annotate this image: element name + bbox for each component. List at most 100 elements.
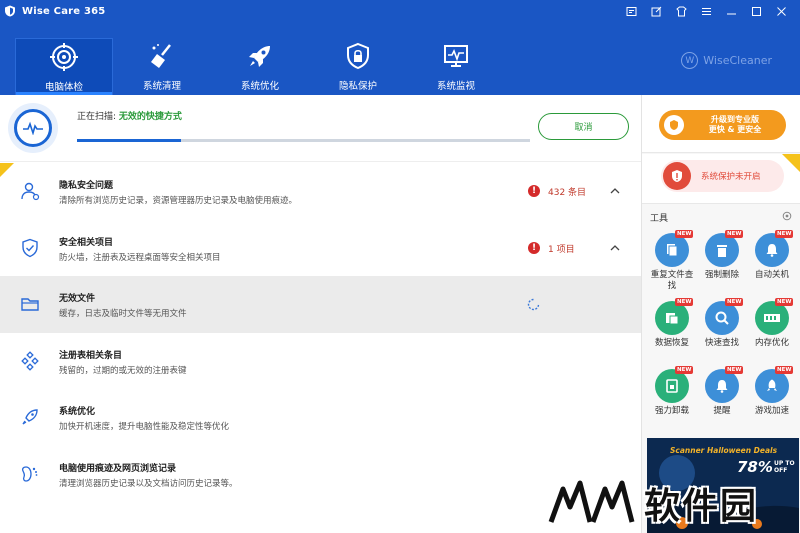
alert-icon: ! — [528, 185, 540, 197]
tool-label: 强制删除 — [704, 270, 739, 280]
tool-label: 快速查找 — [704, 338, 739, 348]
upgrade-button[interactable]: 升级到专业版 更快 & 更安全 — [659, 110, 786, 140]
user-icon — [21, 182, 40, 201]
tool-duplicate-finder[interactable]: NEW 重复文件查找 — [647, 229, 697, 291]
scan-item-registry[interactable]: 注册表相关条目 残留的，过期的或无效的注册表键 — [0, 333, 641, 390]
tool-force-uninstall[interactable]: NEW 强力卸载 — [647, 365, 697, 427]
scan-item-security[interactable]: 安全相关项目 防火墙，注册表及远程桌面等安全相关项目 ! 1 项目 — [0, 220, 641, 277]
memory-icon — [755, 301, 789, 335]
ad-title: Scanner Halloween Deals — [670, 446, 778, 455]
tab-system-optimize[interactable]: 系统优化 — [211, 38, 309, 95]
scan-item-privacy[interactable]: 隐私安全问题 清除所有浏览历史记录，资源管理器历史记录及电脑使用痕迹。 ! 43… — [0, 163, 641, 220]
uninstall-icon — [655, 369, 689, 403]
tools-header: 工具 — [650, 214, 669, 224]
brand-name: WiseCleaner — [703, 54, 772, 67]
scan-item-desc: 残留的，过期的或无效的注册表键 — [59, 365, 187, 376]
close-icon[interactable] — [769, 3, 794, 19]
scan-item-traces[interactable]: 电脑使用痕迹及网页浏览记录 清理浏览器历史记录以及文档访问历史记录等。 — [0, 446, 641, 503]
tool-label: 自动关机 — [754, 270, 789, 280]
registry-icon — [21, 350, 39, 371]
scan-progress-fill — [77, 139, 182, 142]
protection-section: 系统保护未开启 — [642, 154, 800, 204]
tool-memory-optimize[interactable]: NEW 内存优化 — [747, 297, 797, 359]
tab-label: 电脑体检 — [44, 82, 83, 93]
new-corner-icon — [782, 154, 800, 172]
new-badge: NEW — [725, 230, 744, 238]
upgrade-section: 升级到专业版 更快 & 更安全 — [642, 95, 800, 153]
scan-status: 正在扫描: 无效的快捷方式 — [77, 109, 182, 122]
game-boost-icon — [755, 369, 789, 403]
scan-item-desc: 加快开机速度，提升电脑性能及稳定性等优化 — [59, 422, 230, 432]
new-badge: NEW — [725, 298, 744, 306]
feedback-icon[interactable] — [644, 3, 669, 19]
tab-system-monitor[interactable]: 系统监视 — [407, 38, 505, 95]
top-bar: Wise Care 365 电脑体检 系统清理 系统优化 隐私保护 系统监视 W… — [0, 0, 800, 95]
new-badge: NEW — [725, 366, 744, 374]
shield-check-icon — [22, 238, 38, 257]
reminder-icon — [705, 369, 739, 403]
trash-icon — [705, 233, 739, 267]
watermark-logo-icon — [548, 480, 635, 523]
scan-item-system-optimize[interactable]: 系统优化 加快开机速度，提升电脑性能及稳定性等优化 — [0, 389, 641, 446]
right-panel: 升级到专业版 更快 & 更安全 系统保护未开启 工具 NEW 重复文件查找 NE… — [641, 95, 800, 533]
upgrade-text: 升级到专业版 更快 & 更安全 — [684, 115, 786, 135]
tool-label: 内存优化 — [754, 338, 789, 348]
new-badge: NEW — [775, 298, 794, 306]
alert-icon: ! — [528, 241, 540, 254]
new-badge: NEW — [675, 230, 694, 238]
ad-upto-text: UP TO — [774, 460, 795, 467]
scan-current-item: 无效的快捷方式 — [118, 112, 182, 122]
new-badge: NEW — [675, 298, 694, 306]
maximize-icon[interactable] — [744, 3, 769, 19]
tool-label: 游戏加速 — [754, 406, 789, 416]
new-badge: NEW — [775, 366, 794, 374]
tab-system-cleanup[interactable]: 系统清理 — [113, 38, 211, 95]
tool-force-delete[interactable]: NEW 强制删除 — [697, 229, 747, 291]
scan-item-title: 隐私安全问题 — [59, 181, 114, 191]
tool-label: 提醒 — [713, 406, 731, 416]
broom-icon — [151, 44, 171, 68]
tool-game-boost[interactable]: NEW 游戏加速 — [747, 365, 797, 427]
gear-icon[interactable] — [782, 211, 792, 221]
scan-header: 正在扫描: 无效的快捷方式 取消 — [0, 95, 641, 162]
tools-grid: NEW 重复文件查找 NEW 强制删除 NEW 自动关机 NEW 数据恢复 NE… — [647, 229, 797, 427]
scan-item-title: 注册表相关条目 — [59, 350, 123, 361]
protection-status: 系统保护未开启 — [701, 172, 761, 182]
scan-item-title: 无效文件 — [59, 294, 96, 304]
message-icon[interactable] — [619, 3, 644, 19]
shield-lock-icon — [347, 42, 369, 70]
rocket-small-icon — [22, 409, 38, 425]
brand-logo: W WiseCleaner — [681, 52, 772, 69]
cancel-button[interactable]: 取消 — [538, 113, 629, 140]
tool-data-recovery[interactable]: NEW 数据恢复 — [647, 297, 697, 359]
folder-icon — [21, 298, 39, 311]
app-logo-icon — [5, 5, 15, 17]
scan-item-junk-files[interactable]: 无效文件 缓存，日志及临时文件等无用文件 — [0, 276, 641, 333]
tab-label: 系统监视 — [436, 81, 475, 92]
chevron-up-icon[interactable] — [609, 185, 621, 197]
tool-auto-shutdown[interactable]: NEW 自动关机 — [747, 229, 797, 291]
minimize-icon[interactable] — [719, 3, 744, 19]
tool-quick-search[interactable]: NEW 快速查找 — [697, 297, 747, 359]
data-recovery-icon — [655, 301, 689, 335]
menu-icon[interactable] — [694, 3, 719, 19]
app-title: Wise Care 365 — [22, 5, 106, 17]
system-protection-button[interactable]: 系统保护未开启 — [661, 160, 784, 192]
ad-upto: UP TO OFF — [774, 460, 795, 474]
tool-label: 重复文件查找 — [650, 270, 694, 291]
main-nav: 电脑体检 系统清理 系统优化 隐私保护 系统监视 — [0, 30, 800, 95]
scan-item-desc: 防火墙，注册表及远程桌面等安全相关项目 — [59, 252, 221, 263]
footprint-icon — [21, 465, 38, 482]
skin-icon[interactable] — [669, 3, 694, 19]
tab-label: 隐私保护 — [338, 81, 377, 92]
brand-circle-icon: W — [681, 52, 699, 69]
site-watermark: 软件园 — [548, 473, 798, 528]
tab-privacy-protect[interactable]: 隐私保护 — [309, 38, 407, 95]
magnifier-icon — [705, 301, 739, 335]
chevron-up-icon[interactable] — [609, 242, 621, 254]
tab-pc-checkup[interactable]: 电脑体检 — [15, 38, 113, 95]
tool-reminder[interactable]: NEW 提醒 — [697, 365, 747, 427]
monitor-icon — [444, 45, 468, 67]
tab-label: 系统清理 — [142, 81, 181, 92]
upgrade-line1: 升级到专业版 — [711, 115, 759, 124]
